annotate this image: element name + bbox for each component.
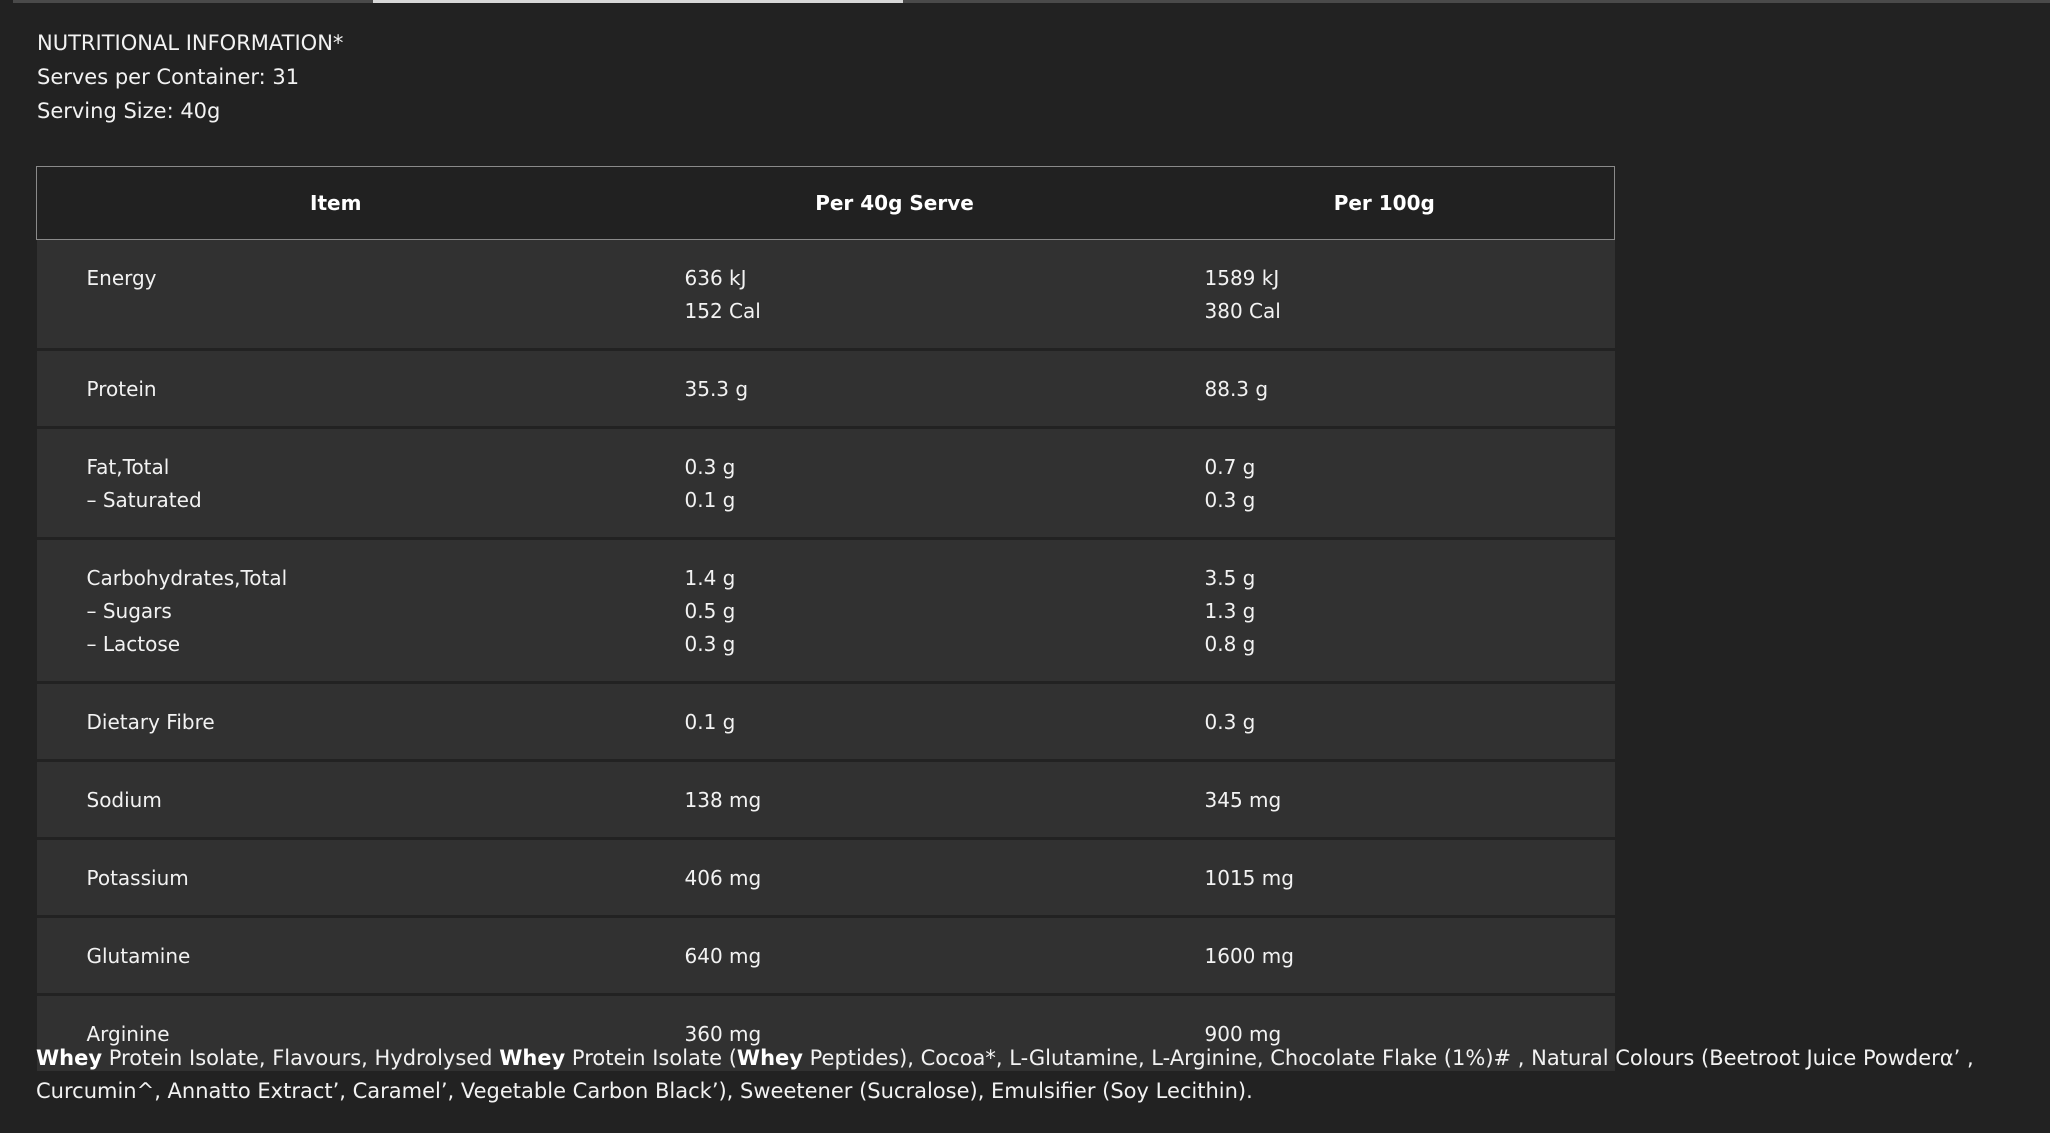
- item-cell: Glutamine: [36, 916, 635, 996]
- per-100g-cell: 1015 mg: [1154, 838, 1615, 918]
- per-serve-cell-line: 35.3 g: [684, 377, 749, 401]
- per-serve-cell: 138 mg: [634, 760, 1155, 840]
- serves-per-container: Serves per Container: 31: [37, 65, 300, 89]
- per-100g-cell: 345 mg: [1154, 760, 1615, 840]
- per-serve-cell: 0.3 g 0.1 g: [634, 427, 1155, 540]
- table-row: Potassium 406 mg 1015 mg: [36, 838, 1615, 918]
- tab-indicator-bar: [13, 0, 2050, 3]
- item-cell-line: Dietary Fibre: [86, 710, 215, 734]
- header-per-serve: Per 40g Serve: [634, 166, 1155, 240]
- nutrition-intro: NUTRITIONAL INFORMATION* Serves per Cont…: [37, 26, 343, 128]
- per-100g-cell: 0.7 g 0.3 g: [1154, 427, 1615, 540]
- per-serve-cell-line: 1.4 g: [684, 566, 736, 590]
- per-100g-cell-line: 0.8 g: [1204, 632, 1256, 656]
- item-cell-line: Potassium: [86, 866, 189, 890]
- item-cell-line: Energy: [86, 266, 157, 290]
- ingredient-highlight: Whey: [36, 1046, 103, 1070]
- table-row: Protein 35.3 g 88.3 g: [36, 349, 1615, 429]
- item-cell-line: Glutamine: [86, 944, 191, 968]
- table-row: Fat,Total – Saturated 0.3 g 0.1 g 0.7 g 0.3 g: [36, 427, 1615, 540]
- per-serve-cell: 35.3 g: [634, 349, 1155, 429]
- nutrition-title: NUTRITIONAL INFORMATION*: [37, 31, 344, 55]
- per-100g-cell-line: 1.3 g: [1204, 599, 1256, 623]
- nutrition-table: Item Per 40g Serve Per 100g Energy 636 kJ…: [36, 166, 1615, 1074]
- per-100g-cell-line: 88.3 g: [1204, 377, 1269, 401]
- table-row: Sodium 138 mg 345 mg: [36, 760, 1615, 840]
- item-cell-line: Carbohydrates,Total: [86, 566, 288, 590]
- item-cell-line: – Saturated: [86, 488, 202, 512]
- item-cell: Dietary Fibre: [36, 682, 635, 762]
- per-serve-cell-line: 0.1 g: [684, 710, 736, 734]
- per-serve-cell: 636 kJ 152 Cal: [634, 239, 1155, 351]
- per-serve-cell-line: 406 mg: [684, 866, 762, 890]
- per-serve-cell-line: 0.5 g: [684, 599, 736, 623]
- ingredient-highlight: Whey: [736, 1046, 803, 1070]
- active-tab-indicator: [373, 0, 903, 3]
- per-100g-cell: 0.3 g: [1154, 682, 1615, 762]
- per-100g-cell: 1589 kJ 380 Cal: [1154, 239, 1615, 351]
- item-cell: Protein: [36, 349, 635, 429]
- per-100g-cell-line: 0.3 g: [1204, 710, 1256, 734]
- item-cell: Sodium: [36, 760, 635, 840]
- per-serve-cell: 406 mg: [634, 838, 1155, 918]
- ingredients-text: Whey Protein Isolate, Flavours, Hydrolys…: [36, 1042, 1976, 1108]
- table-row: Carbohydrates,Total – Sugars – Lactose 1.4 …: [36, 538, 1615, 684]
- item-cell: Energy: [36, 239, 635, 351]
- per-serve-cell-line: 0.3 g: [684, 632, 736, 656]
- ingredient-text: Protein Isolate, Flavours, Hydrolysed: [102, 1046, 500, 1070]
- item-cell: Potassium: [36, 838, 635, 918]
- per-100g-cell-line: 1015 mg: [1204, 866, 1294, 890]
- per-serve-cell-line: 0.1 g: [684, 488, 736, 512]
- per-100g-cell-line: 1600 mg: [1204, 944, 1294, 968]
- per-serve-cell-line: 152 Cal: [684, 299, 761, 323]
- per-100g-cell-line: 0.3 g: [1204, 488, 1256, 512]
- per-serve-cell-line: 0.3 g: [684, 455, 736, 479]
- per-100g-cell: 88.3 g: [1154, 349, 1615, 429]
- per-serve-cell: 640 mg: [634, 916, 1155, 996]
- per-serve-cell: 0.1 g: [634, 682, 1155, 762]
- per-100g-cell-line: 380 Cal: [1204, 299, 1281, 323]
- ingredient-text: Protein Isolate (: [565, 1046, 737, 1070]
- table-row: Glutamine 640 mg 1600 mg: [36, 916, 1615, 996]
- item-cell: Fat,Total – Saturated: [36, 427, 635, 540]
- header-item: Item: [36, 166, 635, 240]
- item-cell-line: – Sugars: [86, 599, 172, 623]
- per-100g-cell-line: 345 mg: [1204, 788, 1282, 812]
- item-cell-line: – Lactose: [86, 632, 181, 656]
- per-serve-cell-line: 636 kJ: [684, 266, 747, 290]
- serving-size: Serving Size: 40g: [37, 99, 221, 123]
- table-body: Energy 636 kJ 152 Cal 1589 kJ 380 Cal Protein…: [36, 239, 1615, 1074]
- item-cell: Carbohydrates,Total – Sugars – Lactose: [36, 538, 635, 684]
- per-100g-cell: 3.5 g 1.3 g 0.8 g: [1154, 538, 1615, 684]
- per-100g-cell-line: 1589 kJ: [1204, 266, 1280, 290]
- item-cell-line: Sodium: [86, 788, 162, 812]
- ingredient-highlight: Whey: [499, 1046, 566, 1070]
- header-per-100g: Per 100g: [1154, 166, 1615, 240]
- item-cell-line: Fat,Total: [86, 455, 170, 479]
- item-cell-line: Protein: [86, 377, 157, 401]
- per-100g-cell-line: 3.5 g: [1204, 566, 1256, 590]
- per-100g-cell-line: 0.7 g: [1204, 455, 1256, 479]
- table-row: Energy 636 kJ 152 Cal 1589 kJ 380 Cal: [36, 239, 1615, 351]
- table-row: Dietary Fibre 0.1 g 0.3 g: [36, 682, 1615, 762]
- per-serve-cell-line: 640 mg: [684, 944, 762, 968]
- table-header-row: Item Per 40g Serve Per 100g: [36, 166, 1615, 240]
- per-serve-cell: 1.4 g 0.5 g 0.3 g: [634, 538, 1155, 684]
- per-serve-cell-line: 138 mg: [684, 788, 762, 812]
- per-100g-cell: 1600 mg: [1154, 916, 1615, 996]
